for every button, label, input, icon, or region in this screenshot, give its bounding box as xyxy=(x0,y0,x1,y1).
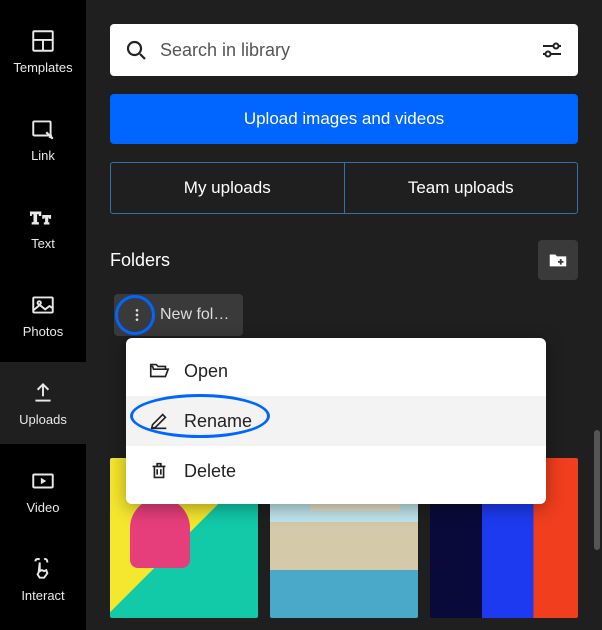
filter-icon[interactable] xyxy=(540,38,564,62)
sidebar-item-label: Link xyxy=(31,148,55,163)
add-folder-icon xyxy=(547,249,569,271)
menu-item-label: Open xyxy=(184,361,228,382)
menu-item-rename[interactable]: Rename xyxy=(126,396,546,446)
menu-item-open[interactable]: Open xyxy=(126,346,546,396)
delete-icon xyxy=(148,460,170,482)
video-icon xyxy=(30,468,56,494)
sidebar-item-label: Photos xyxy=(23,324,63,339)
upload-button-label: Upload images and videos xyxy=(244,109,444,129)
upload-button[interactable]: Upload images and videos xyxy=(110,94,578,144)
templates-icon xyxy=(30,28,56,54)
svg-text:T: T xyxy=(30,208,41,227)
sidebar-item-label: Uploads xyxy=(19,412,67,427)
folder-more-button[interactable] xyxy=(124,302,150,328)
menu-item-delete[interactable]: Delete xyxy=(126,446,546,496)
text-icon: TT xyxy=(30,204,56,230)
sidebar-item-label: Video xyxy=(26,500,59,515)
search-box[interactable] xyxy=(110,24,578,76)
search-icon xyxy=(124,38,148,62)
sidebar-item-photos[interactable]: Photos xyxy=(0,274,86,356)
sidebar-item-templates[interactable]: Templates xyxy=(0,10,86,92)
sidebar-item-label: Text xyxy=(31,236,55,251)
more-vertical-icon xyxy=(129,307,145,323)
tab-team-uploads[interactable]: Team uploads xyxy=(345,163,578,213)
scrollbar[interactable] xyxy=(594,430,600,550)
search-input[interactable] xyxy=(160,40,528,61)
link-icon xyxy=(30,116,56,142)
context-menu: Open Rename Delete xyxy=(126,338,546,504)
sidebar-item-interact[interactable]: Interact xyxy=(0,538,86,620)
tabs: My uploads Team uploads xyxy=(110,162,578,214)
sidebar-item-label: Interact xyxy=(21,588,64,603)
rename-icon xyxy=(148,410,170,432)
folders-title: Folders xyxy=(110,250,170,271)
sidebar: Templates Link TT Text Photos Uploads Vi… xyxy=(0,0,86,630)
sidebar-item-label: Templates xyxy=(13,60,72,75)
folder-open-icon xyxy=(148,360,170,382)
sidebar-item-uploads[interactable]: Uploads xyxy=(0,362,86,444)
sidebar-item-link[interactable]: Link xyxy=(0,98,86,180)
add-folder-button[interactable] xyxy=(538,240,578,280)
sidebar-item-video[interactable]: Video xyxy=(0,450,86,532)
svg-text:T: T xyxy=(43,212,51,226)
sidebar-item-text[interactable]: TT Text xyxy=(0,186,86,268)
interact-icon xyxy=(30,556,56,582)
folder-chip[interactable]: New fol… xyxy=(114,294,243,336)
photos-icon xyxy=(30,292,56,318)
tab-my-uploads[interactable]: My uploads xyxy=(111,163,345,213)
menu-item-label: Delete xyxy=(184,461,236,482)
upload-icon xyxy=(30,380,56,406)
menu-item-label: Rename xyxy=(184,411,252,432)
folder-name: New fol… xyxy=(160,306,229,324)
folders-header: Folders xyxy=(110,240,578,280)
